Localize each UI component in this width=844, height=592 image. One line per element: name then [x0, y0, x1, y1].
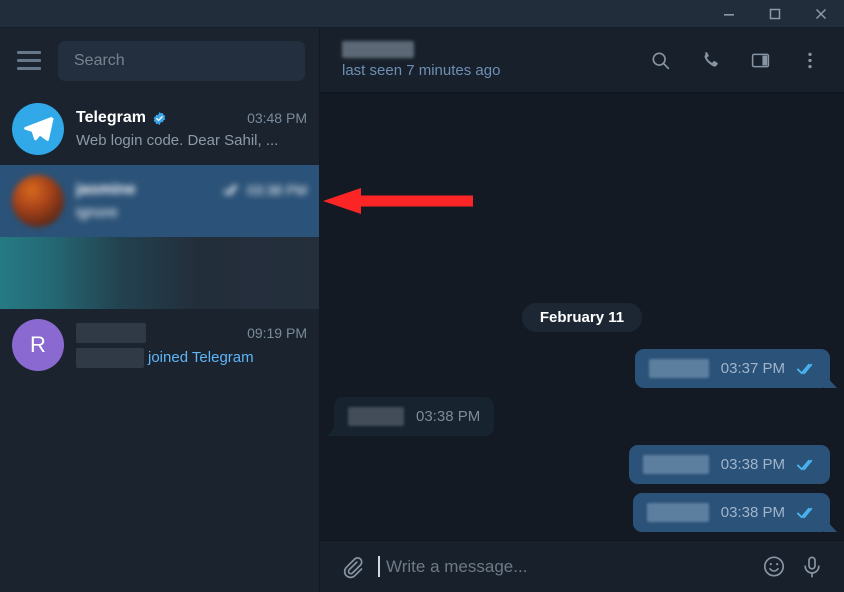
avatar: R	[12, 319, 64, 371]
chat-list-item-jasmine[interactable]: jasmine 03:38 PM ignore	[0, 165, 319, 237]
chat-list-item-content: Telegram 03:48 PM Web login code. Dear S…	[76, 109, 307, 149]
message-time: 03:38 PM	[416, 408, 481, 425]
telegram-desktop-window: Search Telegram 03:48 PM Web login code.…	[0, 0, 844, 592]
chat-time: 09:19 PM	[247, 324, 307, 341]
search-messages-button[interactable]	[648, 48, 672, 72]
panel-icon	[751, 53, 769, 67]
redacted-contact-name	[342, 41, 414, 58]
avatar-initial: R	[30, 332, 46, 357]
attach-file-button[interactable]	[340, 555, 364, 579]
minimize-icon	[724, 13, 734, 16]
redacted-message-text	[646, 503, 709, 522]
message-time: 03:37 PM	[720, 360, 785, 377]
double-check-icon	[797, 507, 813, 518]
message-bubble-outgoing[interactable]: 03:38 PM	[628, 445, 830, 484]
message-row: 03:37 PM	[334, 349, 830, 388]
more-vertical-icon	[808, 52, 812, 68]
chat-header-info[interactable]: last seen 7 minutes ago	[342, 41, 500, 79]
chat-list-item-header: jasmine 03:38 PM	[76, 181, 307, 199]
phone-icon	[704, 51, 718, 67]
telegram-logo-icon	[24, 116, 54, 141]
date-divider-label: February 11	[521, 303, 643, 332]
sidebar-toolbar: Search	[0, 28, 319, 93]
message-bubble-outgoing[interactable]: 03:38 PM	[632, 493, 830, 532]
message-bubble-incoming[interactable]: 03:38 PM	[334, 397, 495, 436]
redacted-chat-name	[76, 322, 146, 343]
avatar	[12, 175, 64, 227]
chat-list-item-content: 09:19 PM joined Telegram	[76, 322, 307, 368]
maximize-button[interactable]	[752, 0, 798, 28]
chat-time: 03:48 PM	[247, 110, 307, 126]
close-button[interactable]	[798, 0, 844, 28]
redacted-message-text	[348, 407, 404, 426]
contact-status: last seen 7 minutes ago	[342, 62, 501, 79]
chat-snippet: joined Telegram	[148, 349, 254, 366]
chat-panel: last seen 7 minutes ago February 11 03:3…	[320, 28, 844, 592]
message-input-placeholder: Write a message...	[386, 556, 528, 576]
chat-list[interactable]: Telegram 03:48 PM Web login code. Dear S…	[0, 93, 319, 592]
maximize-icon	[769, 8, 781, 19]
date-divider: February 11	[334, 303, 830, 332]
message-time: 03:38 PM	[720, 504, 785, 521]
redacted-snippet-name	[76, 347, 144, 368]
chat-list-item-header: Telegram 03:48 PM	[76, 109, 307, 127]
chat-snippet-row: joined Telegram	[76, 347, 307, 368]
message-list[interactable]: February 11 03:37 PM 03:38 PM 03:38 PM 0…	[320, 93, 844, 540]
smiley-icon	[763, 556, 785, 577]
chat-time: 03:38 PM	[247, 182, 307, 198]
double-check-icon	[797, 363, 813, 374]
paperclip-icon	[343, 556, 363, 578]
chat-list-sidebar: Search Telegram 03:48 PM Web login code.…	[0, 28, 320, 592]
microphone-icon	[804, 556, 820, 577]
emoji-button[interactable]	[762, 555, 786, 579]
chat-snippet: ignore	[76, 204, 118, 221]
chat-list-item-redacted[interactable]	[0, 237, 319, 309]
text-cursor	[378, 556, 380, 577]
chat-header: last seen 7 minutes ago	[320, 28, 844, 93]
chat-list-item-telegram[interactable]: Telegram 03:48 PM Web login code. Dear S…	[0, 93, 319, 165]
chat-list-item-header: 09:19 PM	[76, 322, 307, 343]
toggle-info-panel-button[interactable]	[748, 48, 772, 72]
message-bubble-outgoing[interactable]: 03:37 PM	[634, 349, 830, 388]
double-check-icon	[797, 459, 813, 470]
message-row: 03:38 PM	[334, 397, 830, 436]
chat-list-item-content: jasmine 03:38 PM ignore	[76, 181, 307, 221]
chat-header-actions	[648, 48, 830, 72]
chat-name: Telegram	[76, 109, 146, 126]
avatar	[12, 103, 64, 155]
message-input[interactable]: Write a message...	[378, 556, 748, 577]
double-check-icon	[223, 185, 238, 195]
read-receipt-icon: 03:38 PM	[223, 182, 307, 198]
chat-list-item-joined[interactable]: R 09:19 PM joined Telegram	[0, 309, 319, 381]
search-input[interactable]: Search	[58, 40, 305, 81]
more-options-button[interactable]	[798, 48, 822, 72]
redacted-message-text	[648, 359, 709, 378]
chat-name: jasmine	[76, 181, 136, 198]
voice-call-button[interactable]	[698, 48, 722, 72]
voice-record-button[interactable]	[800, 555, 824, 579]
search-placeholder: Search	[74, 51, 125, 69]
verified-badge-icon	[153, 111, 166, 125]
message-composer: Write a message...	[320, 540, 844, 592]
message-time: 03:38 PM	[720, 456, 785, 473]
search-icon	[651, 51, 669, 69]
window-titlebar	[0, 0, 844, 28]
message-row: 03:38 PM	[334, 445, 830, 484]
close-icon	[815, 8, 827, 19]
redacted-message-text	[642, 455, 709, 474]
hamburger-menu-icon[interactable]	[14, 46, 44, 76]
message-row: 03:38 PM	[334, 493, 830, 532]
chat-snippet: Web login code. Dear Sahil, ...	[76, 132, 279, 149]
minimize-button[interactable]	[706, 0, 752, 28]
